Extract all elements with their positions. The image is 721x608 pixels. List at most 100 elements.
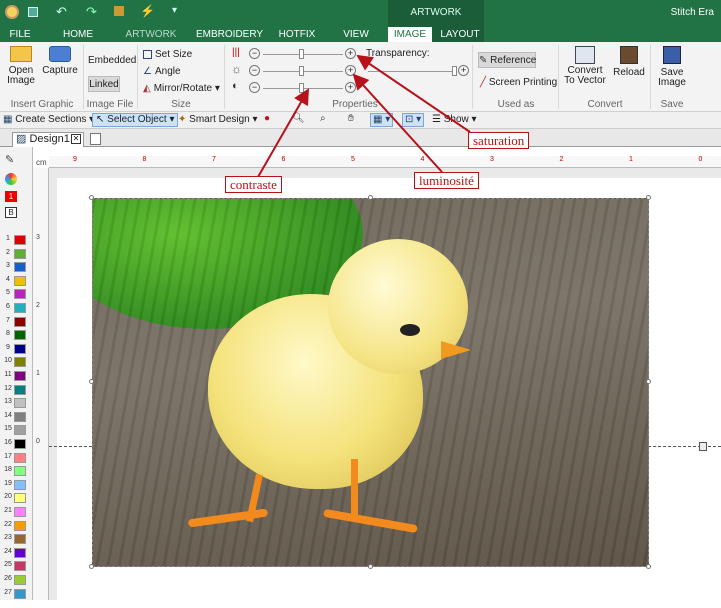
customize-quick-access-icon[interactable]: ▾: [172, 5, 177, 16]
slider-thumb[interactable]: [452, 66, 457, 76]
select-object-button[interactable]: ↖ Select Object ▾: [92, 113, 179, 127]
plus-icon[interactable]: +: [345, 48, 356, 59]
create-sections-button[interactable]: ▦ Create Sections ▾: [3, 114, 94, 125]
lightning-icon[interactable]: ⚡: [140, 4, 155, 18]
reference-button[interactable]: ✎ Reference: [478, 52, 536, 68]
chick-photo[interactable]: [92, 198, 649, 567]
color-swatch[interactable]: [14, 561, 26, 572]
grid-icon[interactable]: ▦ ▾: [370, 113, 394, 127]
new-document-icon[interactable]: [90, 133, 101, 145]
color-swatch[interactable]: [14, 575, 26, 585]
color-swatch[interactable]: [14, 398, 26, 409]
color-swatch[interactable]: [14, 384, 26, 395]
ruler-tick-label: 1: [629, 156, 633, 163]
zoom-icon[interactable]: 🔍︎: [292, 113, 305, 124]
zoom-area-icon[interactable]: ⌕: [320, 113, 326, 124]
color-swatch[interactable]: [14, 425, 26, 436]
resize-handle[interactable]: [368, 195, 373, 200]
resize-handle[interactable]: [89, 379, 94, 384]
resize-handle[interactable]: [646, 379, 651, 384]
undo-icon[interactable]: ↶: [56, 4, 67, 20]
show-button[interactable]: ☰ Show ▾: [432, 114, 477, 125]
slider-thumb[interactable]: [299, 83, 304, 93]
color-swatch[interactable]: [14, 547, 26, 558]
tab-embroidery[interactable]: EMBROIDERY: [196, 27, 263, 42]
tools-quick-icon[interactable]: [114, 6, 124, 16]
open-image-button[interactable]: Open Image: [4, 46, 38, 86]
plus-icon[interactable]: +: [458, 65, 469, 76]
minus-icon[interactable]: −: [249, 65, 260, 76]
linked-button[interactable]: Linked: [88, 76, 120, 92]
angle-button[interactable]: ∠ Angle: [143, 67, 181, 77]
color-swatch[interactable]: [14, 357, 26, 368]
plus-icon[interactable]: +: [345, 65, 356, 76]
slider-thumb[interactable]: [299, 66, 304, 76]
resize-handle[interactable]: [89, 564, 94, 569]
color-swatch[interactable]: [14, 588, 26, 599]
pin-tool-icon[interactable]: ●: [264, 113, 270, 124]
set-size-button[interactable]: Set Size: [143, 50, 192, 60]
tab-file[interactable]: FILE: [6, 27, 34, 42]
tab-hotfix[interactable]: HOTFIX: [277, 27, 317, 42]
plus-icon[interactable]: +: [345, 82, 356, 93]
capture-button[interactable]: Capture: [42, 46, 78, 76]
color-swatch[interactable]: [14, 330, 26, 341]
color-swatch[interactable]: [14, 493, 26, 504]
save-quick-icon[interactable]: [28, 7, 38, 17]
tab-image[interactable]: IMAGE: [388, 27, 432, 42]
brightness-slider[interactable]: − +: [249, 65, 357, 77]
embedded-button[interactable]: Embedded: [88, 56, 136, 66]
close-icon[interactable]: ✕: [71, 134, 81, 144]
slider-thumb[interactable]: [299, 49, 304, 59]
color-swatch[interactable]: [14, 248, 26, 259]
color-swatch[interactable]: [14, 411, 26, 422]
background-color-button[interactable]: B: [5, 207, 17, 218]
reload-button[interactable]: Reload: [612, 46, 646, 78]
needle-icon[interactable]: ✎: [5, 153, 14, 166]
tab-artwork[interactable]: ARTWORK: [124, 27, 178, 42]
document-tabs: ▨ Design1 ✕: [0, 129, 721, 147]
open-image-label: Open Image: [7, 65, 35, 86]
palette-icon[interactable]: [5, 173, 17, 185]
resize-handle[interactable]: [646, 195, 651, 200]
redo-icon[interactable]: ↷: [86, 4, 97, 20]
color-swatch[interactable]: [14, 275, 26, 286]
contrast-slider[interactable]: − +: [249, 82, 357, 94]
screen-printing-button[interactable]: ╱ Screen Printing: [480, 78, 557, 88]
foreground-color-button[interactable]: 1: [5, 191, 17, 202]
color-swatch[interactable]: [14, 479, 26, 490]
resize-handle[interactable]: [646, 564, 651, 569]
color-swatch[interactable]: [14, 343, 26, 354]
minus-icon[interactable]: −: [249, 82, 260, 93]
lock-icon[interactable]: [699, 442, 707, 451]
measure-icon[interactable]: ⊡ ▾: [402, 113, 425, 127]
resize-handle[interactable]: [368, 564, 373, 569]
resize-handle[interactable]: [89, 195, 94, 200]
design-canvas[interactable]: [49, 168, 721, 608]
saturation-slider[interactable]: − +: [249, 48, 357, 60]
vertical-ruler: 3 2 1 0: [33, 168, 49, 600]
color-swatch[interactable]: [14, 262, 26, 273]
mirror-rotate-button[interactable]: ◭ Mirror/Rotate ▾: [143, 84, 220, 94]
doc-tab-design1[interactable]: ▨ Design1 ✕: [12, 132, 84, 147]
color-swatch[interactable]: [14, 303, 26, 313]
color-swatch[interactable]: [14, 452, 26, 463]
transparency-slider[interactable]: +: [368, 65, 470, 77]
smart-design-button[interactable]: ✦ Smart Design ▾: [178, 114, 258, 125]
color-swatch[interactable]: [14, 289, 26, 300]
color-swatch[interactable]: [14, 235, 26, 245]
hand-pan-icon[interactable]: ✋︎: [348, 113, 354, 124]
color-swatch[interactable]: [14, 507, 26, 517]
color-swatch[interactable]: [14, 316, 26, 327]
color-swatch[interactable]: [14, 534, 26, 545]
tab-home[interactable]: HOME: [58, 27, 98, 42]
color-swatch[interactable]: [14, 439, 26, 449]
tab-view[interactable]: VIEW: [339, 27, 373, 42]
convert-to-vector-button[interactable]: Convert To Vector: [563, 46, 607, 86]
color-swatch[interactable]: [14, 520, 26, 531]
save-image-button[interactable]: Save Image: [655, 46, 689, 88]
color-swatch[interactable]: [14, 371, 26, 381]
tab-layout[interactable]: LAYOUT: [438, 27, 482, 42]
minus-icon[interactable]: −: [249, 48, 260, 59]
color-swatch[interactable]: [14, 466, 26, 477]
